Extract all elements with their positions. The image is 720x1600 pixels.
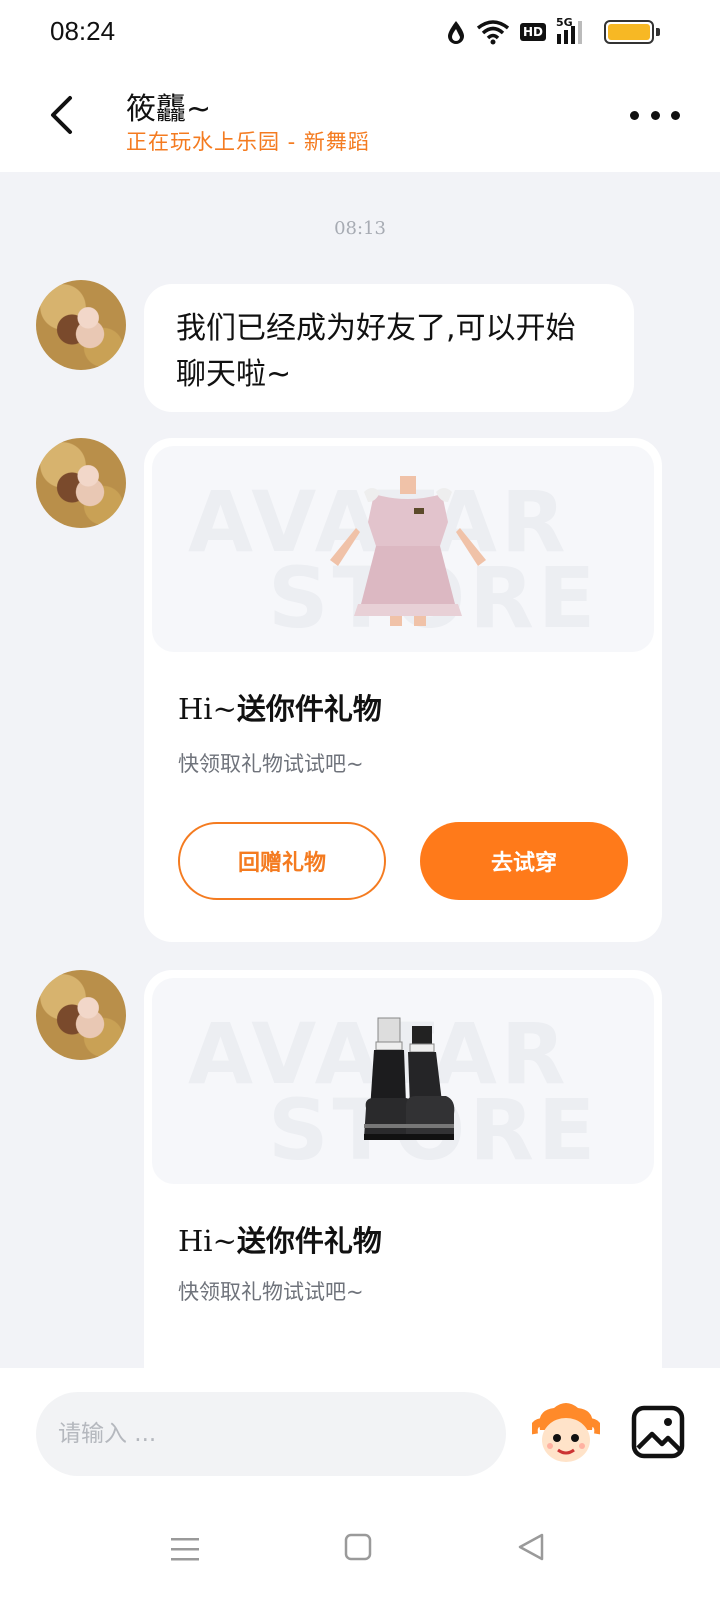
chat-header: 筱龘~ 正在玩水上乐园 - 新舞蹈	[0, 64, 720, 172]
message-input[interactable]	[36, 1392, 506, 1476]
hd-badge: HD	[519, 23, 546, 41]
gift-image: AVATAR STORE	[152, 446, 654, 652]
gift-title: Hi~送你件礼物	[178, 686, 382, 728]
status-bar: 08:24 HD 5G	[0, 0, 720, 64]
input-bar	[0, 1368, 720, 1600]
gift-title: Hi~送你件礼物	[178, 1218, 382, 1260]
more-options-button[interactable]	[630, 100, 680, 130]
gift-card[interactable]: AVATAR STORE Hi~送你件礼物 快领取礼物试试吧~	[144, 970, 662, 1368]
emoji-button[interactable]	[529, 1400, 603, 1468]
nav-menu-icon[interactable]	[170, 1534, 200, 1564]
battery-icon	[604, 20, 654, 44]
avatar[interactable]	[36, 970, 126, 1060]
data-saver-icon	[447, 21, 464, 44]
avatar[interactable]	[36, 438, 126, 528]
boots-icon	[364, 1017, 455, 1140]
battery-level	[608, 24, 650, 40]
nav-home-icon[interactable]	[344, 1532, 372, 1562]
message-bubble: 我们已经成为好友了,可以开始聊天啦~	[144, 284, 634, 412]
signal-icon	[557, 21, 582, 44]
nav-back-icon[interactable]	[516, 1532, 546, 1562]
gift-subtitle: 快领取礼物试试吧~	[178, 752, 364, 776]
signal-group: 5G	[556, 16, 588, 46]
return-gift-button[interactable]: 回赠礼物	[178, 822, 386, 900]
wifi-icon	[476, 20, 510, 45]
message-timestamp: 08:13	[334, 218, 386, 239]
image-button[interactable]	[630, 1404, 686, 1460]
gift-title-prefix: Hi~	[178, 692, 237, 726]
image-icon	[631, 1405, 685, 1459]
gift-title-text: 送你件礼物	[236, 692, 382, 726]
more-dot-icon	[650, 110, 660, 120]
contact-name: 筱龘~	[126, 92, 212, 127]
status-icons: HD 5G	[446, 16, 588, 48]
dress-icon	[330, 476, 486, 626]
battery-tip	[656, 28, 660, 36]
gift-image: AVATAR STORE	[152, 978, 654, 1184]
contact-status[interactable]: 正在玩水上乐园 - 新舞蹈	[126, 126, 370, 156]
gift-title-text: 送你件礼物	[236, 1224, 382, 1258]
try-on-button[interactable]: 去试穿	[420, 822, 628, 900]
gift-title-prefix: Hi~	[178, 1224, 237, 1258]
status-time: 08:24	[50, 16, 116, 46]
back-button[interactable]	[36, 90, 86, 140]
more-dot-icon	[630, 110, 639, 120]
gift-subtitle: 快领取礼物试试吧~	[178, 1280, 364, 1304]
gift-card[interactable]: AVATAR STORE Hi~送你件礼物 快领取礼物试试吧~ 回赠礼物 去试穿	[144, 438, 662, 942]
chevron-left-icon	[51, 96, 72, 134]
mascot-emoji-icon	[529, 1403, 603, 1462]
avatar[interactable]	[36, 280, 126, 370]
more-dot-icon	[671, 110, 680, 120]
